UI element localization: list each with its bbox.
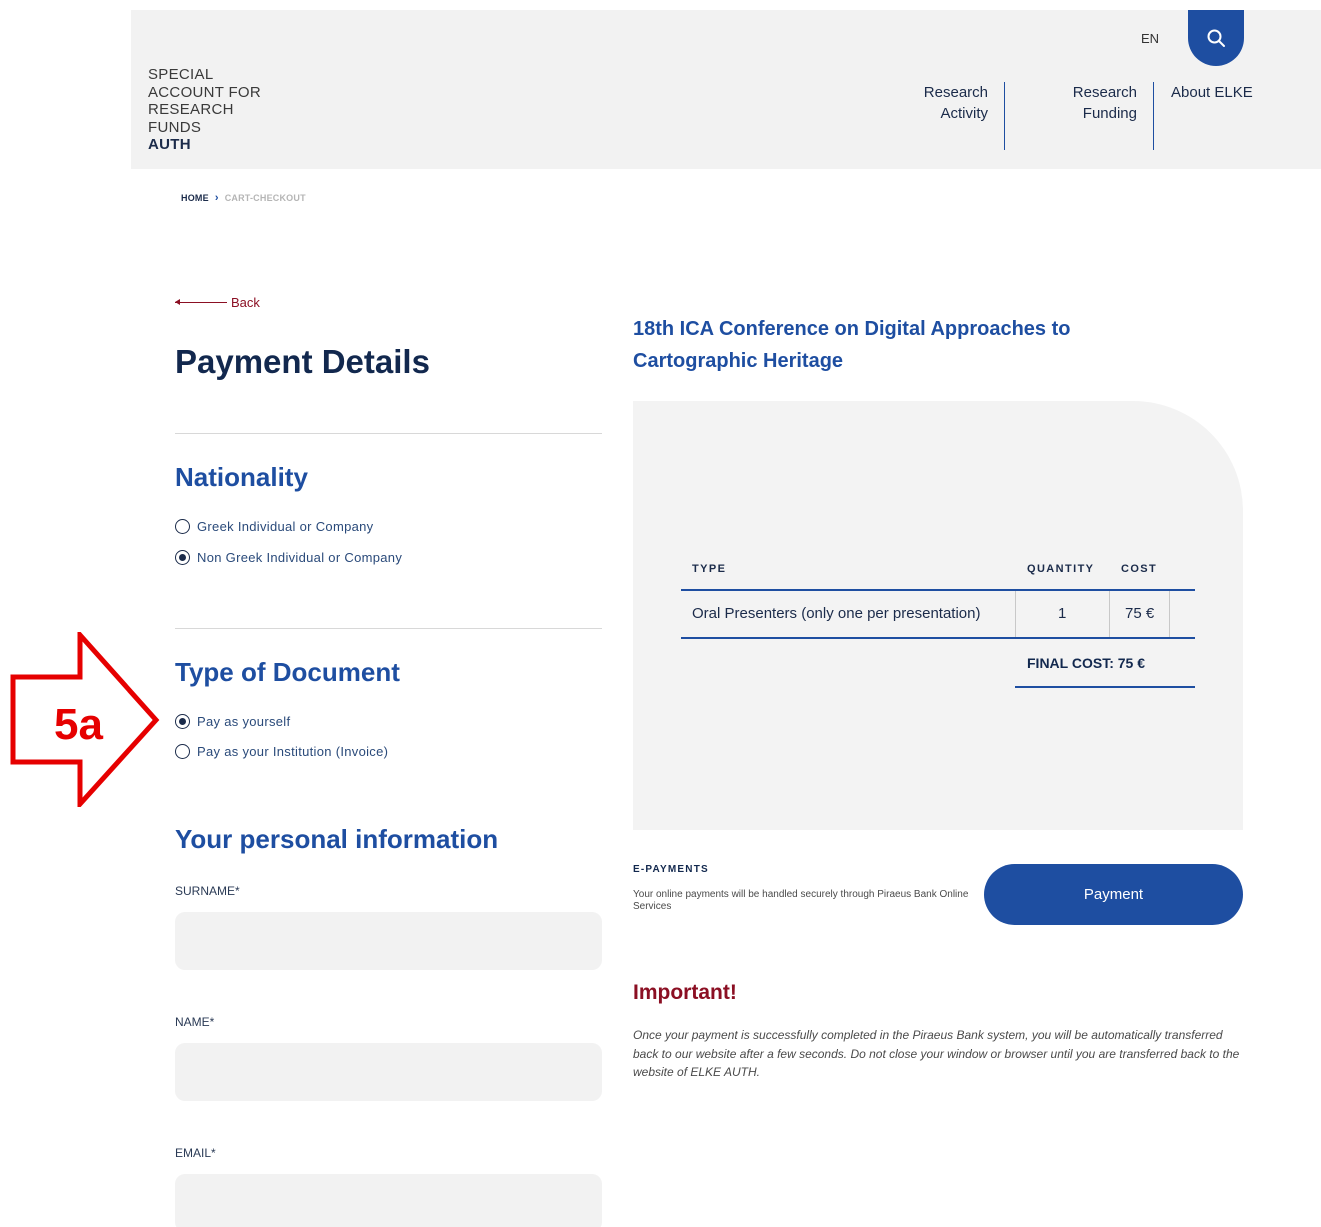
nav-label: Research [923,84,988,101]
back-label: Back [231,295,260,310]
search-icon [1207,29,1225,47]
conference-title: 18th ICA Conference on Digital Approache… [633,318,1071,372]
table-cell-cost: 75 € [1125,605,1155,622]
nav-divider [1004,82,1005,150]
table-cell-divider [1015,591,1016,638]
radio-non-greek[interactable]: Non Greek Individual or Company [175,550,402,565]
surname-label: SURNAME* [175,884,240,898]
email-input[interactable] [175,1174,602,1227]
back-link[interactable]: Back [175,295,260,310]
personal-info-title: Your personal information [175,824,499,854]
annotation-label: 5a [54,700,103,749]
table-cell-divider [1169,591,1170,638]
table-rule [1015,686,1195,688]
chevron-right-icon: › [214,192,219,204]
email-label: EMAIL* [175,1146,216,1160]
table-header-quantity: QUANTITY [1027,563,1095,575]
radio-checked-icon [175,550,190,565]
nav-label: Research [1072,84,1137,101]
radio-unchecked-icon [175,744,190,759]
divider [175,628,602,629]
name-input[interactable] [175,1043,602,1101]
logo-line: FUNDS [148,118,202,136]
radio-greek[interactable]: Greek Individual or Company [175,519,373,534]
nationality-title: Nationality [175,462,308,492]
nav-label: About ELKE [1171,84,1253,101]
nav-divider [1153,82,1154,150]
page-title: Payment Details [175,343,430,380]
name-label: NAME* [175,1015,215,1029]
important-title: Important! [633,981,737,1004]
nav-research-activity[interactable]: Research Activity [911,82,988,124]
radio-pay-yourself[interactable]: Pay as yourself [175,714,290,729]
table-cell-quantity: 1 [1058,605,1067,622]
table-rule [681,589,1195,591]
table-cell-divider [1109,591,1110,638]
radio-label: Pay as your Institution (Invoice) [197,744,389,759]
site-logo[interactable]: SPECIAL ACCOUNT FOR RESEARCH FUNDS AUTH [148,66,261,154]
logo-line: ACCOUNT FOR [148,83,262,101]
breadcrumb: HOME › CART-CHECKOUT [181,192,306,204]
logo-bold: AUTH [148,136,191,153]
breadcrumb-current: CART-CHECKOUT [224,193,306,203]
nav-about-elke[interactable]: About ELKE [1171,82,1256,103]
breadcrumb-home[interactable]: HOME [181,193,209,203]
logo-line: RESEARCH [148,101,234,118]
radio-label: Greek Individual or Company [197,519,374,534]
nav-label: Funding [1082,105,1137,122]
table-rule [681,637,1195,639]
document-type-title: Type of Document [175,657,400,687]
radio-label: Pay as yourself [197,714,291,729]
radio-label: Non Greek Individual or Company [197,550,403,565]
final-cost: FINAL COST: 75 € [1027,655,1145,671]
nav-research-funding[interactable]: Research Funding [1051,82,1137,124]
epayments-text: Your online payments will be handled sec… [633,889,969,912]
table-header-type: TYPE [692,563,727,575]
search-button[interactable] [1188,10,1244,66]
radio-checked-icon [175,714,190,729]
table-header-cost: COST [1121,563,1158,575]
site-header: SPECIAL ACCOUNT FOR RESEARCH FUNDS AUTH … [131,10,1321,169]
radio-unchecked-icon [175,519,190,534]
nav-label: Activity [940,105,988,122]
arrow-left-icon [175,299,227,305]
payment-button[interactable]: Payment [984,864,1243,925]
logo-line: SPECIAL [148,66,214,83]
divider [175,433,602,434]
table-cell-type: Oral Presenters (only one per presentati… [692,605,981,622]
radio-pay-institution[interactable]: Pay as your Institution (Invoice) [175,744,388,759]
language-switch[interactable]: EN [1141,31,1159,46]
surname-input[interactable] [175,912,602,970]
epayments-label: E-PAYMENTS [633,864,709,875]
important-text: Once your payment is successfully comple… [633,1028,1240,1079]
